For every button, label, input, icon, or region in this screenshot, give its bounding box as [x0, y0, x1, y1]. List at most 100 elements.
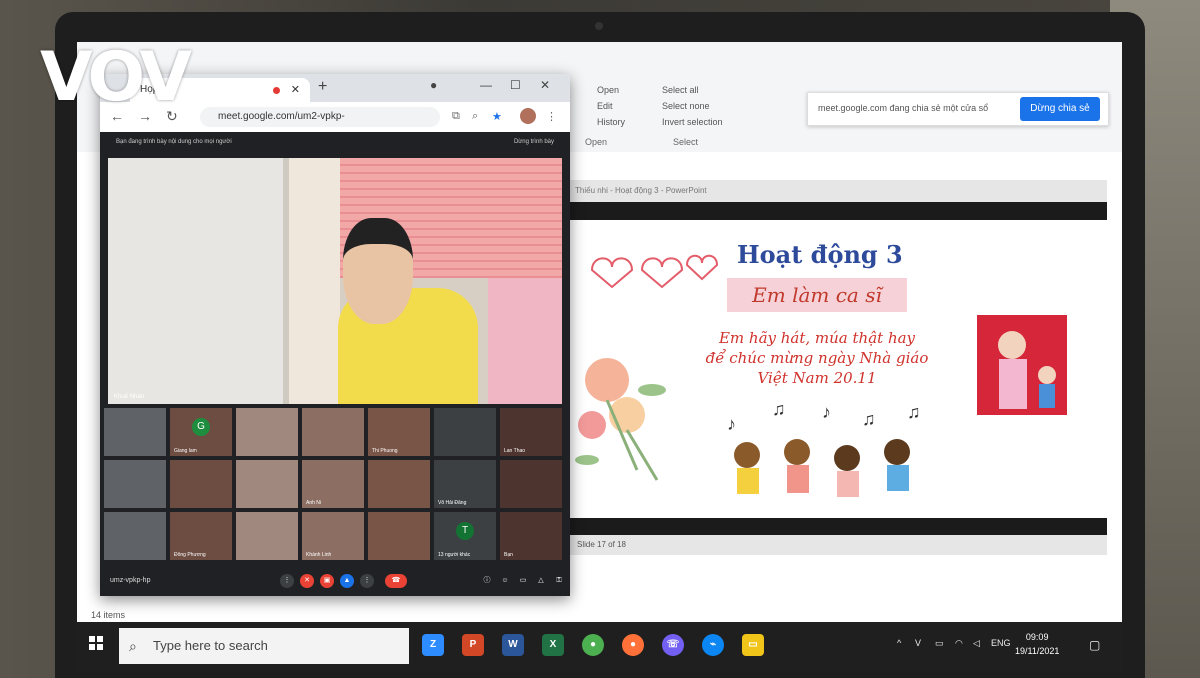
participant-tile[interactable]: Võ Hải Đăng	[434, 460, 496, 508]
camera-off-icon[interactable]: ▣	[320, 574, 334, 588]
children-illustration: ♪ ♫ ♪ ♫ ♫	[727, 400, 921, 497]
tray-network-icon[interactable]: ▭	[935, 638, 944, 649]
slide-title: Hoạt động 3	[737, 240, 903, 269]
ribbon-select-all[interactable]: Select all	[662, 82, 723, 98]
lock-icon[interactable]: ⚿	[552, 574, 566, 588]
stop-presenting-link[interactable]: Dừng trình bày	[514, 132, 554, 152]
stop-sharing-button[interactable]: Dừng chia sẻ	[1020, 97, 1100, 121]
tray-wifi-icon[interactable]: ◠	[955, 638, 963, 649]
slide: Hoạt động 3 Em làm ca sĩ Em hãy hát, múa…	[567, 220, 1107, 518]
maximize-icon[interactable]: ☐	[510, 78, 521, 92]
participant-tile[interactable]: Anh Ni	[302, 460, 364, 508]
slide-subtitle: Em làm ca sĩ	[727, 278, 907, 312]
ribbon-caption-open: Open	[585, 137, 608, 147]
participant-tile[interactable]: G Giang lam	[170, 408, 232, 456]
main-video: Khuê Nhàn	[108, 158, 562, 404]
participant-tile[interactable]	[368, 512, 430, 560]
participant-tile[interactable]	[104, 512, 166, 560]
close-tab-icon[interactable]: ✕	[291, 78, 300, 102]
taskbar-clock[interactable]: 09:09 19/11/2021	[1015, 630, 1059, 658]
options-icon[interactable]: ⋮	[360, 574, 374, 588]
participant-initial: T	[456, 522, 474, 540]
notification-icon[interactable]: ▢	[1089, 638, 1100, 652]
participant-name: Thi Phuong	[372, 448, 398, 454]
slide-body-line: Em hãy hát, múa thật hay	[718, 329, 916, 347]
ribbon-open-group: Open Edit History	[597, 82, 625, 130]
mic-off-icon[interactable]: ✕	[300, 574, 314, 588]
minimize-icon[interactable]: —	[480, 78, 492, 92]
participant-tile[interactable]	[170, 460, 232, 508]
windows-taskbar: ⌕ Type here to search Z P W X ● ● ☏ ⌁ ▭ …	[77, 622, 1122, 672]
ribbon-invert-selection[interactable]: Invert selection	[662, 114, 723, 130]
webcam	[595, 22, 603, 30]
address-bar[interactable]: meet.google.com/um2-vpkp-	[200, 107, 440, 127]
participant-name: Võ Hải Đăng	[438, 500, 467, 506]
powerpoint-app-icon[interactable]: P	[462, 634, 484, 656]
new-tab-button[interactable]: +	[318, 78, 327, 96]
messenger-app-icon[interactable]: ⌁	[702, 634, 724, 656]
word-app-icon[interactable]: W	[502, 634, 524, 656]
close-window-icon[interactable]: ✕	[540, 78, 550, 92]
chat-icon[interactable]: ▭	[516, 574, 530, 588]
participant-name: Khánh Linh	[306, 552, 332, 558]
hang-up-icon[interactable]: ☎	[385, 574, 407, 588]
windows-start-icon[interactable]	[89, 636, 103, 650]
participant-tile[interactable]	[368, 460, 430, 508]
activities-icon[interactable]: △	[534, 574, 548, 588]
participant-tile[interactable]	[236, 512, 298, 560]
ribbon-select-none[interactable]: Select none	[662, 98, 723, 114]
open-in-window-icon[interactable]: ⧉	[452, 110, 460, 123]
firefox-app-icon[interactable]: ●	[622, 634, 644, 656]
participant-tile[interactable]	[500, 460, 562, 508]
present-icon[interactable]: ▲	[340, 574, 354, 588]
participant-tile[interactable]: Thi Phuong	[368, 408, 430, 456]
ribbon-history[interactable]: History	[597, 114, 625, 130]
svg-text:♫: ♫	[862, 409, 876, 429]
meet-controls: umz-vpkp-hp ⋮ ✕ ▣ ▲ ⋮ ☎ ⓘ ☺ ▭ △ ⚿	[100, 568, 570, 596]
slide-body: Em hãy hát, múa thật hay để chúc mừng ng…	[682, 328, 952, 388]
participant-tile[interactable]	[302, 408, 364, 456]
participant-tile[interactable]: Đông Phương	[170, 512, 232, 560]
participant-name: Giang lam	[174, 448, 197, 454]
chrome-app-icon[interactable]: ●	[582, 634, 604, 656]
participant-initial: G	[192, 418, 210, 436]
profile-avatar[interactable]	[520, 108, 536, 124]
participant-tile[interactable]: Bạn	[500, 512, 562, 560]
info-icon[interactable]: ⓘ	[480, 574, 494, 588]
ribbon-open[interactable]: Open	[597, 82, 625, 98]
participant-tile[interactable]	[104, 460, 166, 508]
zoom-icon[interactable]: ⌕	[472, 110, 478, 123]
powerpoint-status-bar: Slide 17 of 18	[567, 535, 1107, 555]
tray-vpn-icon[interactable]: V	[915, 638, 921, 648]
hearts-glasses-icon	[590, 254, 719, 289]
participant-tile[interactable]	[104, 408, 166, 456]
participant-tile[interactable]	[236, 408, 298, 456]
slide-body-line: Việt Nam 20.11	[757, 369, 877, 387]
powerpoint-title-bar: Thiếu nhi - Hoạt động 3 - PowerPoint	[567, 180, 1107, 202]
viber-app-icon[interactable]: ☏	[662, 634, 684, 656]
taskbar-search-box[interactable]: ⌕ Type here to search	[119, 628, 409, 664]
participant-tile[interactable]: Khánh Linh	[302, 512, 364, 560]
excel-app-icon[interactable]: X	[542, 634, 564, 656]
bookmark-star-icon[interactable]: ★	[492, 110, 502, 123]
meeting-code: umz-vpkp-hp	[110, 577, 151, 584]
ribbon-edit[interactable]: Edit	[597, 98, 625, 114]
recording-dot-icon	[273, 87, 280, 94]
video-chair	[488, 278, 562, 404]
participant-name: Anh Ni	[306, 500, 322, 506]
tray-chevron-icon[interactable]: ^	[897, 638, 901, 648]
people-icon[interactable]: ☺	[498, 574, 512, 588]
tray-volume-icon[interactable]: ◁	[973, 638, 980, 649]
zoom-app-icon[interactable]: Z	[422, 634, 444, 656]
tray-language[interactable]: ENG	[991, 638, 1011, 648]
file-explorer-app-icon[interactable]: ▭	[742, 634, 764, 656]
more-options-icon[interactable]: ⋮	[280, 574, 294, 588]
search-placeholder: Type here to search	[153, 638, 268, 653]
chrome-window: Họp ✕ + ● — ☐ ✕ ← → ↻ meet.google.com/um…	[100, 74, 570, 596]
participant-tile[interactable]	[236, 460, 298, 508]
participant-tile[interactable]	[434, 408, 496, 456]
menu-icon[interactable]: ⋮	[546, 110, 557, 123]
participant-grid: G Giang lam Thi Phuong Lan Thao Anh Ni Võ Hải…	[104, 408, 566, 564]
participant-tile[interactable]: T 13 người khác	[434, 512, 496, 560]
participant-tile[interactable]: Lan Thao	[500, 408, 562, 456]
